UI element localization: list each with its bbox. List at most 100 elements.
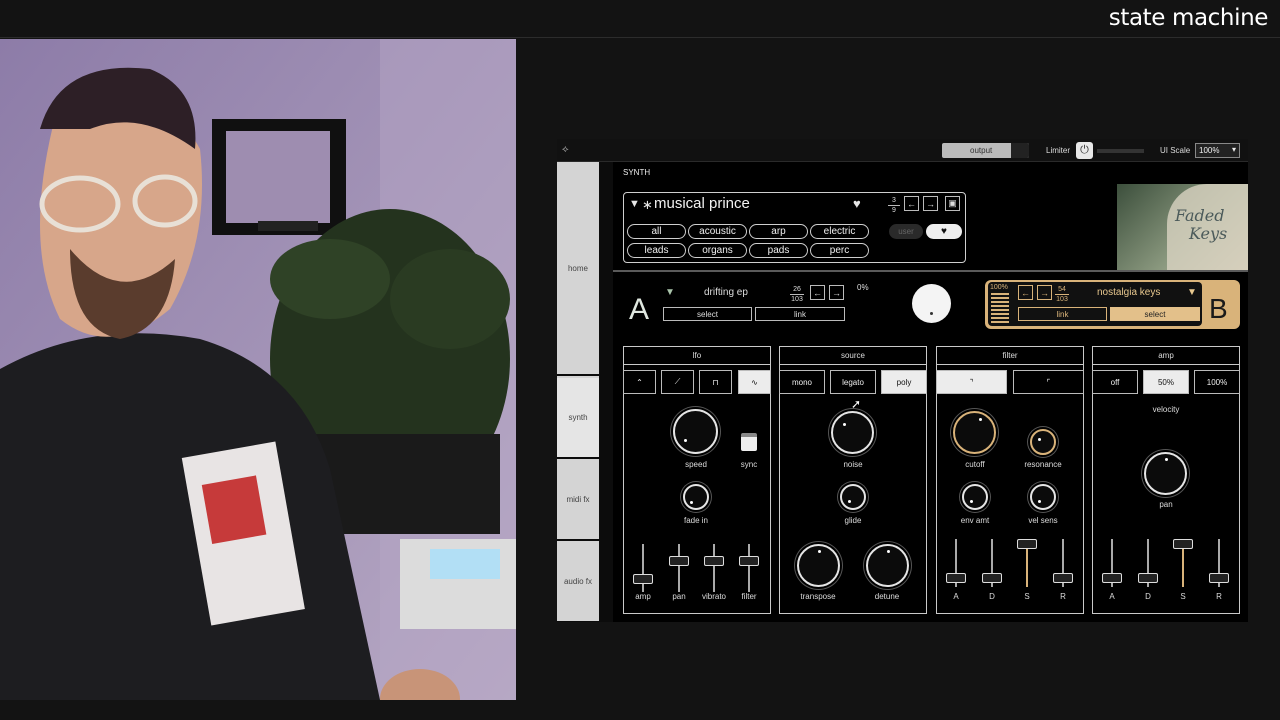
layer-a-name[interactable]: drifting ep xyxy=(704,287,748,298)
lfo-speed-knob[interactable] xyxy=(673,409,718,454)
nav-home[interactable]: home xyxy=(557,162,599,376)
webcam-image xyxy=(0,39,516,700)
amp-title: amp xyxy=(1093,347,1239,365)
user-filter-toggle[interactable]: user xyxy=(889,224,923,239)
preset-name[interactable]: musical prince xyxy=(654,195,750,212)
layer-b-level-meter[interactable] xyxy=(991,293,1009,323)
source-mode-poly[interactable]: poly xyxy=(881,370,927,394)
limiter-label: Limiter xyxy=(1046,146,1071,155)
tag-leads[interactable]: leads xyxy=(627,243,686,258)
source-title: source xyxy=(780,347,926,365)
vel-sens-knob[interactable] xyxy=(1030,484,1056,510)
transpose-knob[interactable] xyxy=(797,544,840,587)
limiter-power-button[interactable]: ⏻ xyxy=(1076,142,1093,159)
lfo-title: lfo xyxy=(624,347,770,365)
layer-b-next-button[interactable]: → xyxy=(1037,285,1052,300)
velocity-100[interactable]: 100% xyxy=(1194,370,1240,394)
product-artwork: Faded Keys xyxy=(1117,184,1248,270)
favorite-heart-icon[interactable]: ♥ xyxy=(853,196,861,211)
lfo-shape-triangle[interactable]: ⌃ xyxy=(623,370,656,394)
amp-decay-fader[interactable] xyxy=(1138,539,1158,587)
amp-attack-fader[interactable] xyxy=(1102,539,1122,587)
filter-release-fader[interactable] xyxy=(1053,539,1073,587)
resonance-knob[interactable] xyxy=(1030,429,1056,455)
filter-attack-fader[interactable] xyxy=(946,539,966,587)
amp-sustain-fader[interactable] xyxy=(1173,539,1193,587)
section-title: SYNTH xyxy=(623,168,651,177)
ui-scale-label: UI Scale xyxy=(1160,146,1191,155)
layer-b-dropdown-icon[interactable]: ▼ xyxy=(1187,287,1197,298)
layer-b-select-button[interactable]: select xyxy=(1110,307,1200,321)
lfo-amp-fader[interactable] xyxy=(633,544,653,592)
noise-knob[interactable] xyxy=(831,411,874,454)
tag-arp[interactable]: arp xyxy=(749,224,808,239)
source-mode-legato[interactable]: legato xyxy=(830,370,876,394)
layer-b-prev-button[interactable]: ← xyxy=(1018,285,1033,300)
env-amt-knob[interactable] xyxy=(962,484,988,510)
filter-sustain-fader[interactable] xyxy=(1017,539,1037,587)
heart-icon: ♥ xyxy=(941,226,947,237)
layer-a-link-button[interactable]: link xyxy=(755,307,845,321)
save-preset-button[interactable]: ▣ xyxy=(945,196,960,211)
filter-decay-fader[interactable] xyxy=(982,539,1002,587)
tag-acoustic[interactable]: acoustic xyxy=(688,224,747,239)
nav-audio-fx[interactable]: audio fx xyxy=(557,542,599,622)
tag-pads[interactable]: pads xyxy=(749,243,808,258)
layer-a-select-button[interactable]: select xyxy=(663,307,752,321)
preset-next-button[interactable]: → xyxy=(923,196,938,211)
glide-knob[interactable] xyxy=(840,484,866,510)
video-title-bar: state machine xyxy=(0,0,1280,38)
lfo-pan-fader[interactable] xyxy=(669,544,689,592)
lfo-fade-knob[interactable] xyxy=(683,484,709,510)
layer-b-name[interactable]: nostalgia keys xyxy=(1097,287,1160,298)
tag-all[interactable]: all xyxy=(627,224,686,239)
tag-perc[interactable]: perc xyxy=(810,243,869,258)
lfo-sync-label: sync xyxy=(740,460,758,469)
output-meter[interactable]: output xyxy=(942,143,1029,158)
transpose-label: transpose xyxy=(800,592,836,601)
favorites-filter-toggle[interactable]: ♥ xyxy=(926,224,962,239)
nav-sidebar: home synth midi fx audio fx xyxy=(557,162,599,622)
preset-counter: 39 xyxy=(888,196,900,215)
velocity-50[interactable]: 50% xyxy=(1143,370,1189,394)
amp-pan-knob[interactable] xyxy=(1144,452,1187,495)
mouse-cursor-icon: ➚ xyxy=(851,397,862,411)
output-label: output xyxy=(970,146,993,155)
tag-organs[interactable]: organs xyxy=(688,243,747,258)
velocity-off[interactable]: off xyxy=(1092,370,1138,394)
filter-type-lowpass[interactable]: ⌝ xyxy=(936,370,1007,394)
glide-label: glide xyxy=(844,516,862,525)
cutoff-knob[interactable] xyxy=(953,411,996,454)
lfo-sync-toggle[interactable] xyxy=(741,433,757,451)
layer-a-next-button[interactable]: → xyxy=(829,285,844,300)
nav-synth[interactable]: synth xyxy=(557,378,599,459)
lfo-shape-random[interactable]: ∿ xyxy=(738,370,771,394)
filter-title: filter xyxy=(937,347,1083,365)
chevron-down-icon: ▾ xyxy=(1231,145,1236,154)
layer-a-dropdown-icon[interactable]: ▼ xyxy=(665,287,675,298)
filter-type-highpass[interactable]: ⌜ xyxy=(1013,370,1084,394)
nav-midi-fx[interactable]: midi fx xyxy=(557,460,599,541)
lfo-vibrato-fader[interactable] xyxy=(704,544,724,592)
layer-b-level: 100% xyxy=(990,284,1008,291)
product-logo-line1: Faded xyxy=(1175,206,1225,225)
layer-b-counter: 54 103 xyxy=(1055,286,1069,303)
detune-knob[interactable] xyxy=(866,544,909,587)
preset-prev-button[interactable]: ← xyxy=(904,196,919,211)
amp-release-fader[interactable] xyxy=(1209,539,1229,587)
source-mode-mono[interactable]: mono xyxy=(779,370,825,394)
layer-a-prev-button[interactable]: ← xyxy=(810,285,825,300)
lfo-shape-saw[interactable]: ⟋ xyxy=(661,370,694,394)
layer-a-counter: 26 103 xyxy=(790,286,804,303)
tag-electric[interactable]: electric xyxy=(810,224,869,239)
layer-mix-knob[interactable] xyxy=(912,284,951,323)
amp-release-label: R xyxy=(1216,592,1222,601)
preset-dropdown-icon[interactable]: ▼ xyxy=(629,198,640,210)
plugin-logo-icon[interactable]: ⟡ xyxy=(562,144,569,155)
lfo-filter-fader[interactable] xyxy=(739,544,759,592)
ui-scale-select[interactable]: 100% ▾ xyxy=(1195,143,1240,158)
layer-mix-value: 0% xyxy=(857,283,869,292)
env-amt-label: env amt xyxy=(960,516,990,525)
layer-b-link-button[interactable]: link xyxy=(1018,307,1107,321)
lfo-shape-square[interactable]: ⊓ xyxy=(699,370,732,394)
